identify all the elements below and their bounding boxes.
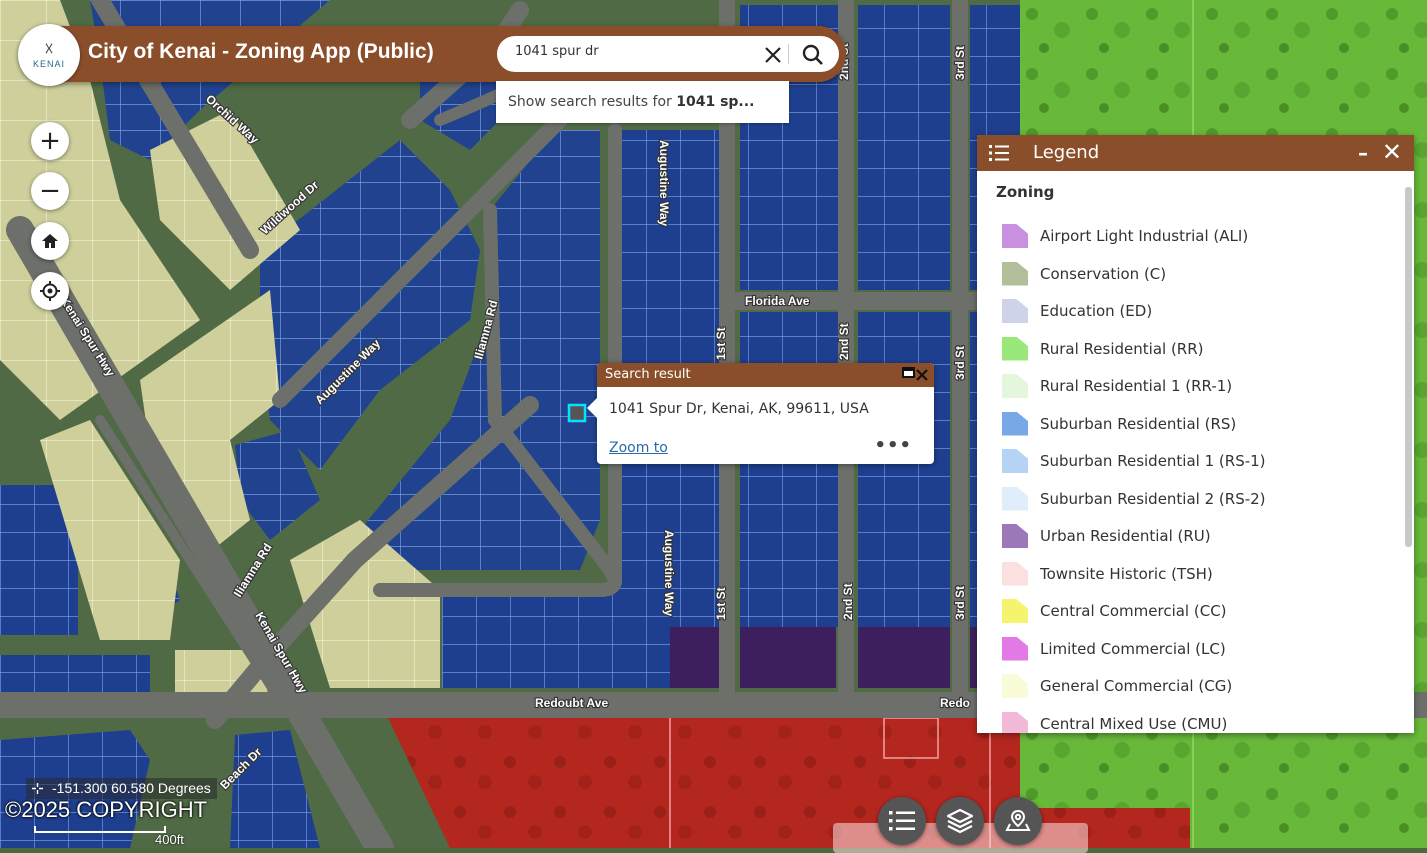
- street-label-redoubt: Redoubt Ave: [535, 696, 608, 710]
- legend-scrollbar[interactable]: [1405, 187, 1412, 547]
- legend-item-label: Central Commercial (CC): [1040, 602, 1227, 620]
- logo-text: KENAI: [32, 59, 65, 69]
- list-button[interactable]: [878, 797, 926, 845]
- home-icon: [42, 234, 58, 248]
- map-pin-icon: [1005, 809, 1031, 831]
- legend-swatch: [1002, 711, 1028, 733]
- legend-group-title: Zoning: [996, 183, 1055, 201]
- app-title: City of Kenai - Zoning App (Public): [88, 40, 434, 63]
- search-divider: [788, 44, 789, 64]
- more-options-button[interactable]: •••: [874, 435, 912, 456]
- zoom-out-button[interactable]: −: [31, 172, 69, 210]
- close-icon: [765, 47, 781, 63]
- home-button[interactable]: [31, 222, 69, 260]
- legend-swatch: [1002, 524, 1028, 548]
- popup-header: Search result: [597, 363, 934, 387]
- copyright-text: ©2025 COPYRIGHT: [5, 797, 208, 822]
- legend-item-label: Townsite Historic (TSH): [1040, 564, 1213, 583]
- legend-title: Legend: [1033, 142, 1100, 163]
- clear-search-button[interactable]: [761, 43, 785, 67]
- search-box: [497, 36, 839, 72]
- legend-swatch: [1002, 224, 1028, 248]
- close-icon: [916, 369, 928, 381]
- street-label-3rd: 3rd St: [953, 586, 967, 620]
- search-result-marker[interactable]: [567, 403, 587, 423]
- popup-pointer: [587, 398, 597, 418]
- search-result-popup: Search result 1041 Spur Dr, Kenai, AK, 9…: [587, 363, 934, 464]
- minus-icon: −: [39, 176, 61, 206]
- legend-swatch: [1002, 336, 1028, 361]
- legend-header: Legend – ✕: [977, 135, 1414, 171]
- search-suggestion[interactable]: Show search results for 1041 sp...: [496, 81, 789, 123]
- legend-list-icon: [989, 145, 1009, 161]
- locate-button[interactable]: [31, 272, 69, 310]
- legend-item-label: Urban Residential (RU): [1040, 527, 1211, 545]
- legend-item-label: Suburban Residential 1 (RS-1): [1040, 452, 1266, 470]
- legend-swatch: [1002, 374, 1028, 398]
- crosshair-icon: [32, 783, 43, 794]
- legend-item-label: Central Mixed Use (CMU): [1040, 714, 1228, 733]
- street-label-1st: 1st St: [714, 587, 728, 620]
- street-label-2nd: 2nd St: [841, 583, 855, 620]
- legend-swatch: [1002, 486, 1028, 511]
- legend-item-label: Suburban Residential (RS): [1040, 414, 1237, 433]
- street-label-florida: Florida Ave: [745, 294, 810, 308]
- suggestion-term: 1041 sp...: [676, 94, 755, 110]
- zoom-to-link[interactable]: Zoom to: [609, 440, 668, 456]
- popup-close-button[interactable]: [914, 363, 930, 387]
- coordinates-text: -151.300 60.580 Degrees: [52, 780, 211, 796]
- popup-title: Search result: [605, 367, 691, 382]
- street-label-1st-north: 1st St: [714, 327, 728, 360]
- plus-icon: +: [39, 126, 61, 156]
- legend-swatch: [1002, 636, 1028, 661]
- suggestion-prefix: Show search results for: [508, 94, 677, 110]
- legend-swatch: [1002, 561, 1028, 586]
- legend-swatch: [1002, 411, 1028, 436]
- legend-swatch: [1002, 299, 1028, 323]
- scale-bar: [34, 826, 166, 833]
- street-label-augustine-south: Augustine Way: [662, 530, 676, 617]
- location-button[interactable]: [994, 797, 1042, 845]
- layers-icon: [946, 808, 974, 834]
- legend-item-label: General Commercial (CG): [1040, 677, 1233, 695]
- street-label-2nd-mid: 2nd St: [837, 323, 851, 360]
- list-icon: [889, 811, 915, 831]
- legend-item-label: Education (ED): [1040, 302, 1153, 320]
- scale-label: 400ft: [155, 832, 184, 847]
- legend-swatch: [1002, 449, 1028, 473]
- legend-swatch: [1002, 674, 1028, 698]
- minimize-button[interactable]: –: [1358, 135, 1368, 171]
- locate-icon: [40, 281, 60, 301]
- street-label-3rd-mid: 3rd St: [953, 346, 967, 380]
- search-button[interactable]: [797, 42, 829, 68]
- street-label-3rd-north: 3rd St: [953, 46, 967, 80]
- legend-swatch: [1002, 261, 1028, 286]
- legend-item-label: Limited Commercial (LC): [1040, 639, 1226, 658]
- street-label-augustine-north: Augustine Way: [657, 140, 671, 227]
- search-input[interactable]: [515, 44, 755, 59]
- legend-panel: Legend – ✕ Zoning Airport Light Industri…: [977, 135, 1414, 733]
- zoom-in-button[interactable]: +: [31, 122, 69, 160]
- legend-item-label: Airport Light Industrial (ALI): [1040, 227, 1249, 245]
- street-label-redoubt-east: Redo: [940, 696, 970, 710]
- coordinate-readout[interactable]: -151.300 60.580 Degrees: [26, 778, 217, 799]
- popup-address: 1041 Spur Dr, Kenai, AK, 99611, USA: [609, 401, 869, 417]
- legend-swatch: [1002, 599, 1028, 623]
- layers-button[interactable]: [936, 797, 984, 845]
- logo-mark-icon: ☓: [44, 39, 54, 60]
- city-logo[interactable]: ☓ KENAI: [18, 24, 80, 86]
- legend-close-button[interactable]: ✕: [1382, 135, 1402, 170]
- search-icon: [802, 44, 823, 65]
- legend-item-label: Conservation (C): [1040, 264, 1167, 283]
- legend-item-label: Rural Residential (RR): [1040, 339, 1204, 358]
- legend-item-label: Suburban Residential 2 (RS-2): [1040, 489, 1266, 508]
- legend-item-label: Rural Residential 1 (RR-1): [1040, 377, 1233, 395]
